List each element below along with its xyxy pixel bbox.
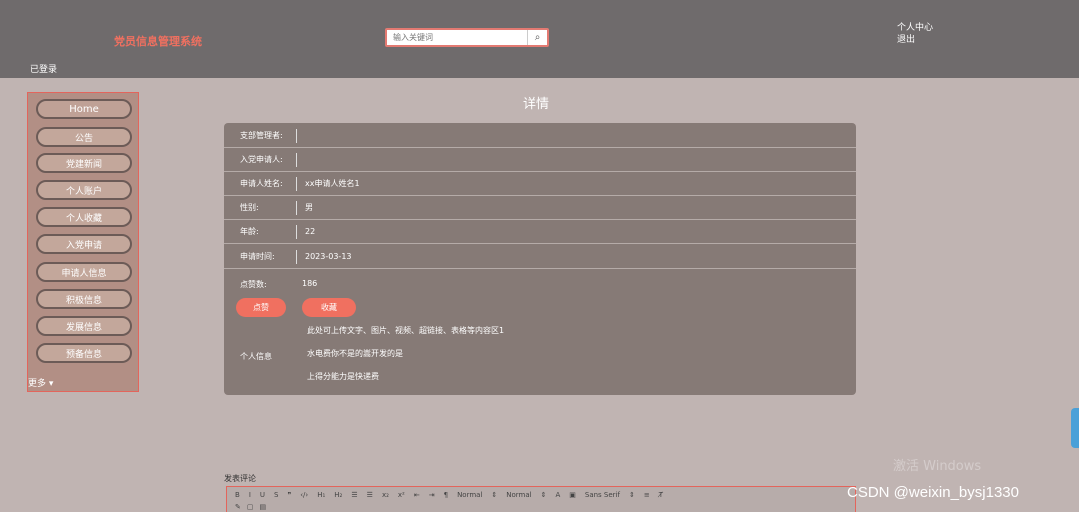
like-button[interactable]: 点赞 xyxy=(236,298,286,317)
logout-link[interactable]: 退出 xyxy=(897,34,933,46)
detail-card: 支部管理者: 入党申请人: 申请人姓名: xx申请人姓名1 性别: 男 年龄: … xyxy=(224,123,856,395)
field-divider xyxy=(296,128,297,143)
likes-label: 点赞数: xyxy=(240,280,267,289)
video-icon[interactable]: ▤ xyxy=(260,503,267,511)
personal-center-link[interactable]: 个人中心 xyxy=(897,22,933,34)
field-divider xyxy=(296,152,297,167)
sidebar-item-news[interactable]: 党建新闻 xyxy=(36,153,132,173)
h1-button[interactable]: H₁ xyxy=(317,491,325,499)
sidebar-item-active-info[interactable]: 积极信息 xyxy=(36,289,132,309)
updown-icon: ⇕ xyxy=(491,491,498,499)
field-label: 年龄: xyxy=(240,227,259,236)
field-divider xyxy=(296,176,297,191)
field-label: 性别: xyxy=(240,203,259,212)
color-button[interactable]: A xyxy=(555,491,560,499)
sidebar-item-favorites[interactable]: 个人收藏 xyxy=(36,207,132,227)
sidebar-nav: Home 公告 党建新闻 个人账户 个人收藏 入党申请 申请人信息 积极信息 发… xyxy=(27,92,139,392)
top-header: 党员信息管理系统 已登录 ⌕ 个人中心 退出 xyxy=(0,0,1079,78)
sidebar-more[interactable]: 更多 ▾ xyxy=(28,376,53,389)
bullet-list-button[interactable]: ☰ xyxy=(367,491,373,499)
info-line: 此处可上传文字、图片、视频、超链接、表格等内容区1 xyxy=(307,326,505,335)
login-status: 已登录 xyxy=(30,65,58,75)
font-select[interactable]: Sans Serif xyxy=(585,491,620,499)
info-line: 水电费你不是的嵩开发的是 xyxy=(307,349,403,358)
editor-toolbar-row2: ✎ ▢ ▤ xyxy=(235,503,266,511)
image-icon[interactable]: ▢ xyxy=(247,503,254,511)
more-label: 更多 xyxy=(28,379,47,389)
field-label: 申请人姓名: xyxy=(240,179,283,188)
sidebar-item-probationary-info[interactable]: 预备信息 xyxy=(36,343,132,363)
outdent-button[interactable]: ⇤ xyxy=(414,491,420,499)
field-divider xyxy=(296,200,297,215)
field-divider xyxy=(296,224,297,239)
page-title: 详情 xyxy=(523,97,550,112)
field-row: 申请时间: 2023-03-13 xyxy=(224,245,856,269)
quote-button[interactable]: ❞ xyxy=(287,491,291,499)
strike-button[interactable]: S xyxy=(274,491,278,499)
field-label: 入党申请人: xyxy=(240,155,283,164)
bold-button[interactable]: B xyxy=(235,491,240,499)
side-scroll-handle[interactable] xyxy=(1071,408,1079,448)
header-select[interactable]: Normal xyxy=(506,491,531,499)
size-select[interactable]: Normal xyxy=(457,491,482,499)
likes-value: 186 xyxy=(302,279,318,288)
favorite-button[interactable]: 收藏 xyxy=(302,298,356,317)
clear-format-button[interactable]: T̸ xyxy=(659,491,663,499)
ordered-list-button[interactable]: ☰ xyxy=(351,491,357,499)
field-row: 申请人姓名: xx申请人姓名1 xyxy=(224,172,856,196)
top-links: 个人中心 退出 xyxy=(897,22,933,46)
comment-title: 发表评论 xyxy=(224,474,256,483)
field-row: 年龄: 22 xyxy=(224,220,856,244)
field-row: 入党申请人: xyxy=(224,148,856,172)
field-value: 22 xyxy=(305,227,316,236)
info-label: 个人信息 xyxy=(240,352,272,361)
updown-icon: ⇕ xyxy=(628,491,635,499)
sidebar-item-home[interactable]: Home xyxy=(36,99,132,119)
sidebar-item-applicant-info[interactable]: 申请人信息 xyxy=(36,262,132,282)
sidebar-item-development-info[interactable]: 发展信息 xyxy=(36,316,132,336)
sidebar-item-apply[interactable]: 入党申请 xyxy=(36,234,132,254)
code-button[interactable]: ‹/› xyxy=(300,491,308,499)
italic-button[interactable]: I xyxy=(249,491,251,499)
field-value: 2023-03-13 xyxy=(305,252,352,261)
background-button[interactable]: ▣ xyxy=(569,491,576,499)
search-input[interactable] xyxy=(387,30,527,45)
field-value: 男 xyxy=(305,203,313,212)
link-icon[interactable]: ✎ xyxy=(235,503,241,511)
indent-button[interactable]: ⇥ xyxy=(429,491,435,499)
updown-icon: ⇕ xyxy=(540,491,547,499)
field-value: xx申请人姓名1 xyxy=(305,179,360,188)
field-label: 申请时间: xyxy=(240,252,275,261)
align-button[interactable]: ≡ xyxy=(644,491,650,499)
editor-toolbar: B I U S ❞ ‹/› H₁ H₂ ☰ ☰ x₂ x² ⇤ ⇥ ¶ Norm… xyxy=(235,491,663,499)
sidebar-item-account[interactable]: 个人账户 xyxy=(36,180,132,200)
field-divider xyxy=(296,249,297,264)
site-logo[interactable]: 党员信息管理系统 xyxy=(114,33,202,49)
caret-down-icon: ▾ xyxy=(48,379,54,389)
field-label: 支部管理者: xyxy=(240,131,283,140)
sidebar-item-notice[interactable]: 公告 xyxy=(36,127,132,147)
subscript-button[interactable]: x₂ xyxy=(382,491,389,499)
h2-button[interactable]: H₂ xyxy=(334,491,342,499)
info-line: 上得分能力是快递费 xyxy=(307,372,379,381)
comment-editor[interactable]: B I U S ❞ ‹/› H₁ H₂ ☰ ☰ x₂ x² ⇤ ⇥ ¶ Norm… xyxy=(226,486,856,512)
direction-button[interactable]: ¶ xyxy=(444,491,448,499)
search-box: ⌕ xyxy=(385,28,549,47)
field-row: 性别: 男 xyxy=(224,196,856,220)
superscript-button[interactable]: x² xyxy=(398,491,405,499)
search-icon[interactable]: ⌕ xyxy=(527,30,547,45)
underline-button[interactable]: U xyxy=(260,491,265,499)
csdn-watermark: CSDN @weixin_bysj1330 xyxy=(847,484,1019,501)
windows-watermark: 激活 Windows xyxy=(893,459,982,474)
field-row: 支部管理者: xyxy=(224,124,856,148)
